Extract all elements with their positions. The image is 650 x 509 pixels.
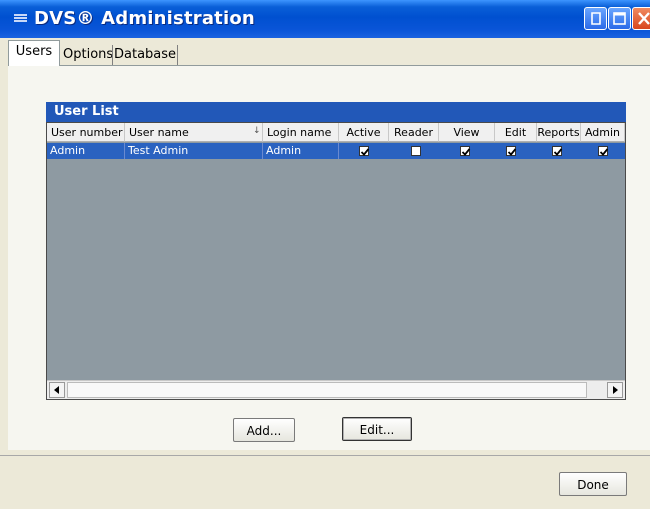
column-header-view[interactable]: View — [439, 123, 495, 142]
user-list-grid[interactable]: User number User name ↓ Login name Activ… — [46, 122, 626, 400]
minimize-icon — [591, 12, 601, 25]
checkbox-reader[interactable] — [411, 146, 421, 156]
close-button[interactable] — [632, 7, 650, 30]
tab-separator — [177, 45, 178, 65]
column-header-user-name[interactable]: User name — [125, 123, 263, 142]
tab-options[interactable]: Options — [63, 44, 113, 66]
bottom-divider — [0, 455, 650, 456]
cell-user-number: Admin — [47, 143, 125, 159]
checkmark-icon — [461, 148, 471, 156]
column-header-user-number[interactable]: User number — [47, 123, 125, 142]
table-row[interactable]: Admin Test Admin Admin — [47, 143, 625, 159]
tab-separator — [112, 45, 113, 65]
sort-indicator-icon: ↓ — [253, 126, 261, 136]
tab-users[interactable]: Users — [8, 40, 60, 66]
arrow-right-icon — [613, 386, 618, 394]
edit-user-button[interactable]: Edit... — [342, 417, 412, 441]
done-button[interactable]: Done — [559, 472, 627, 496]
cell-login-name: Admin — [263, 143, 339, 159]
column-header-edit[interactable]: Edit — [495, 123, 537, 142]
checkmark-icon — [553, 148, 563, 156]
maximize-icon — [613, 12, 626, 25]
column-header-reports[interactable]: Reports — [537, 123, 581, 142]
close-icon — [638, 12, 650, 25]
checkbox-edit[interactable] — [506, 146, 517, 156]
checkbox-reports[interactable] — [552, 146, 563, 156]
admin-window: DVS® Administration Users Options Databa… — [0, 0, 650, 509]
checkmark-icon — [507, 148, 517, 156]
app-icon — [14, 14, 27, 22]
horizontal-scrollbar[interactable] — [47, 380, 625, 399]
checkbox-admin[interactable] — [598, 146, 609, 156]
column-header-active[interactable]: Active — [339, 123, 389, 142]
arrow-left-icon — [54, 386, 59, 394]
title-bar[interactable]: DVS® Administration — [0, 0, 650, 38]
checkmark-icon — [599, 148, 609, 156]
tab-database[interactable]: Database — [114, 44, 176, 66]
scroll-right-button[interactable] — [607, 382, 623, 398]
scroll-thumb[interactable] — [67, 382, 587, 398]
column-header-admin[interactable]: Admin — [581, 123, 625, 142]
cell-user-name: Test Admin — [125, 143, 263, 159]
window-title: DVS® Administration — [34, 8, 255, 29]
checkbox-view[interactable] — [460, 146, 471, 156]
minimize-button[interactable] — [584, 7, 607, 30]
user-list-title: User List — [46, 102, 626, 122]
checkbox-active[interactable] — [359, 146, 370, 156]
maximize-button[interactable] — [608, 7, 631, 30]
scroll-left-button[interactable] — [49, 382, 65, 398]
checkmark-icon — [360, 148, 370, 156]
column-header-login-name[interactable]: Login name — [263, 123, 339, 142]
column-header-reader[interactable]: Reader — [389, 123, 439, 142]
add-user-button[interactable]: Add... — [233, 418, 295, 442]
